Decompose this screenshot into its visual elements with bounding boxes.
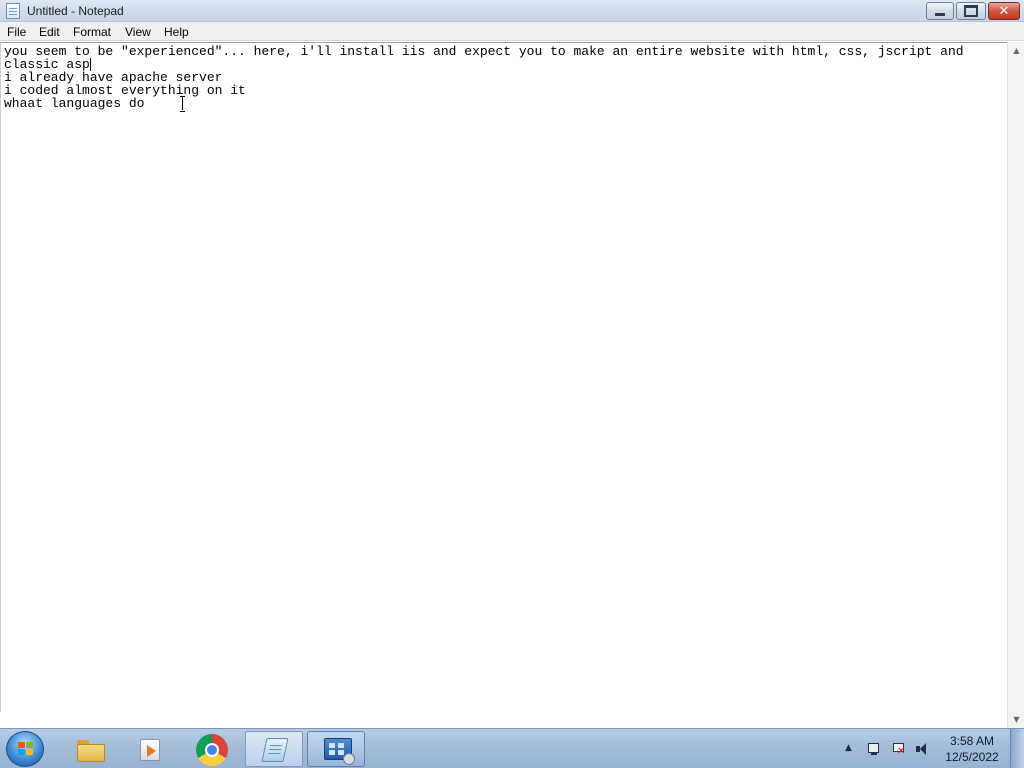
minimize-icon — [927, 3, 953, 19]
editor-line-4: whaat languages do — [4, 96, 145, 111]
minimize-button[interactable] — [926, 2, 954, 20]
menu-file[interactable]: File — [7, 25, 26, 39]
window-title: Untitled - Notepad — [27, 4, 124, 18]
maximize-icon — [957, 3, 985, 19]
taskbar: ▲ 3:58 AM 12/5/2022 — [0, 728, 1024, 768]
vertical-scrollbar[interactable]: ▲ ▼ — [1007, 42, 1024, 728]
editor-text[interactable]: you seem to be "experienced"... here, i'… — [4, 45, 999, 110]
clock-date: 12/5/2022 — [945, 750, 999, 764]
clock-time: 3:58 AM — [949, 734, 995, 748]
close-button[interactable]: ✕ — [988, 2, 1020, 20]
start-button[interactable] — [6, 731, 44, 767]
taskbar-chrome-button[interactable] — [182, 731, 240, 767]
taskbar-notepad-button[interactable] — [245, 731, 303, 767]
chrome-icon — [196, 734, 228, 766]
editor-bottom-area — [0, 712, 1007, 728]
close-icon: ✕ — [998, 3, 1010, 19]
volume-icon[interactable] — [915, 742, 929, 756]
title-bar[interactable]: Untitled - Notepad ✕ — [0, 0, 1024, 22]
taskbar-explorer-button[interactable] — [60, 731, 118, 767]
show-hidden-icons-icon[interactable]: ▲ — [845, 743, 852, 753]
editor-line-1: you seem to be "experienced"... here, i'… — [4, 44, 972, 72]
menu-help[interactable]: Help — [164, 25, 189, 39]
action-center-icon[interactable] — [891, 742, 905, 757]
menu-bar: File Edit Format View Help — [0, 22, 1024, 41]
windows-logo-icon — [18, 742, 34, 756]
maximize-button[interactable] — [956, 2, 986, 20]
menu-view[interactable]: View — [125, 25, 151, 39]
menu-format[interactable]: Format — [73, 25, 111, 39]
control-panel-icon — [324, 738, 355, 765]
scroll-down-icon[interactable]: ▼ — [1008, 711, 1024, 728]
taskbar-media-player-button[interactable] — [120, 731, 178, 767]
folder-icon — [77, 740, 105, 762]
show-desktop-button[interactable] — [1010, 729, 1024, 768]
network-icon[interactable] — [867, 742, 881, 756]
taskbar-control-panel-button[interactable] — [307, 731, 365, 767]
notepad-app-icon[interactable] — [6, 3, 20, 19]
notepad-icon — [261, 738, 289, 762]
menu-edit[interactable]: Edit — [39, 25, 60, 39]
clock[interactable]: 3:58 AM 12/5/2022 — [940, 733, 1004, 765]
scroll-up-icon[interactable]: ▲ — [1008, 42, 1024, 59]
text-editor[interactable]: you seem to be "experienced"... here, i'… — [0, 42, 1007, 712]
ibeam-cursor-icon — [179, 96, 186, 112]
media-player-icon — [140, 739, 160, 761]
